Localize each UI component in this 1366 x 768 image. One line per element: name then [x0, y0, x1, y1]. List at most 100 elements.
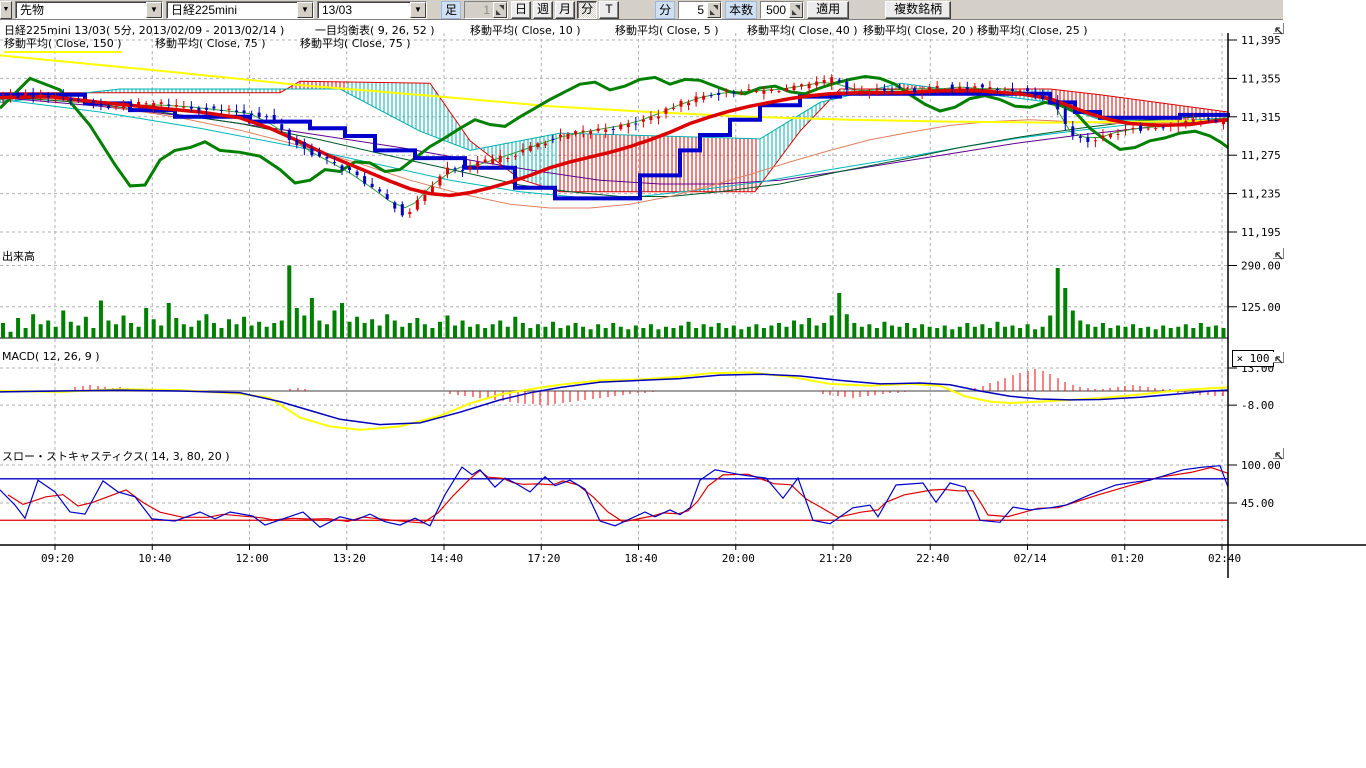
candle-body — [17, 94, 20, 98]
volume-bar — [596, 324, 600, 338]
volume-bar — [355, 317, 359, 338]
symbol-combobox[interactable]: 日経225mini ▼ — [166, 1, 314, 19]
candle-body — [521, 150, 524, 153]
minute-spinner[interactable]: 5 — [678, 1, 722, 19]
volume-bar — [709, 327, 713, 338]
candle-body — [996, 89, 999, 90]
candle-body — [386, 194, 389, 199]
volume-bar — [1086, 324, 1090, 338]
candle-body — [1019, 91, 1022, 92]
volume-bar — [1078, 321, 1082, 339]
axis-tick-label: 11,355 — [1241, 72, 1281, 85]
candle-body — [785, 88, 788, 91]
time-axis-label: 20:00 — [722, 552, 755, 565]
dropdown-arrow-icon[interactable]: ▼ — [410, 2, 426, 18]
spin-updown-icon[interactable] — [789, 2, 803, 18]
volume-bar — [1033, 329, 1037, 338]
pane-expand-icon[interactable] — [1273, 23, 1284, 34]
candle-body — [1199, 121, 1202, 123]
candle-body — [24, 93, 27, 98]
legend-item: 移動平均( Close, 75 ) — [300, 35, 411, 51]
spin-updown-icon[interactable] — [707, 2, 721, 18]
candle-body — [393, 202, 396, 208]
volume-bar — [182, 324, 186, 338]
candle-body — [423, 195, 426, 201]
legend-item: 移動平均( Close, 10 ) — [470, 22, 581, 38]
volume-bar — [1206, 327, 1210, 338]
candle-body — [130, 104, 133, 106]
candle-body — [582, 131, 585, 132]
candle-body — [627, 124, 630, 128]
period-button-T[interactable]: T — [599, 1, 619, 19]
volume-bar — [1018, 328, 1022, 338]
candle-body — [1101, 135, 1104, 138]
candle-body — [363, 176, 366, 184]
volume-bar — [611, 323, 615, 338]
candle-body — [921, 91, 924, 93]
volume-bar — [189, 327, 193, 338]
candle-body — [695, 96, 698, 102]
candle-body — [1177, 124, 1180, 126]
macd-pane-label: MACD( 12, 26, 9 ) — [2, 350, 100, 363]
candle-body — [499, 156, 502, 162]
multi-symbol-button[interactable]: 複数銘柄 — [885, 1, 951, 19]
volume-bar — [1011, 326, 1015, 339]
volume-bar — [528, 328, 532, 338]
candle-body — [197, 108, 200, 111]
instrument-type-value: 先物 — [16, 1, 146, 18]
pane-expand-icon[interactable] — [1273, 248, 1284, 259]
spin-updown-icon[interactable] — [493, 2, 507, 18]
candle-body — [1056, 100, 1059, 109]
volume-bar — [551, 322, 555, 338]
candle-body — [597, 129, 600, 131]
volume-bar — [1116, 326, 1120, 339]
candle-body — [205, 108, 208, 110]
period-button-週[interactable]: 週 — [533, 1, 553, 19]
volume-multiplier-badge: × 100 — [1232, 350, 1274, 367]
volume-bar — [867, 324, 871, 338]
volume-bar — [852, 323, 856, 338]
time-axis-label: 14:40 — [430, 552, 463, 565]
period-button-月[interactable]: 月 — [555, 1, 575, 19]
bar-count-spinner[interactable]: 500 — [760, 1, 804, 19]
legend-item: 移動平均( Close, 25 ) — [977, 22, 1088, 38]
candle-body — [228, 109, 231, 110]
candle-body — [137, 102, 140, 106]
period-button-分[interactable]: 分 — [577, 1, 597, 19]
candle-body — [310, 148, 313, 155]
volume-bar — [965, 323, 969, 338]
volume-bar — [634, 326, 638, 339]
volume-bar — [920, 324, 924, 338]
pane-expand-icon[interactable] — [1273, 448, 1284, 459]
combo-fragment-dropdown-icon[interactable]: ▼ — [0, 1, 12, 19]
candle-body — [710, 95, 713, 96]
volume-bar — [385, 314, 389, 338]
symbol-value: 日経225mini — [167, 1, 297, 18]
candle-body — [567, 134, 570, 139]
candle-body — [1154, 128, 1157, 129]
candle-body — [845, 82, 848, 90]
candle-body — [288, 130, 291, 140]
contract-month-combobox[interactable]: 13/03 ▼ — [317, 1, 427, 19]
volume-bar — [890, 326, 894, 339]
bar-interval-spinner[interactable]: 1 — [464, 1, 508, 19]
pane-expand-icon[interactable] — [1273, 352, 1284, 363]
candle-body — [747, 89, 750, 90]
volume-bar — [197, 321, 201, 339]
period-button-日[interactable]: 日 — [511, 1, 531, 19]
candle-body — [1116, 134, 1119, 135]
candle-body — [642, 120, 645, 122]
volume-bar — [830, 316, 834, 339]
candle-body — [1064, 109, 1067, 124]
apply-button[interactable]: 適用 — [807, 1, 849, 19]
instrument-type-combobox[interactable]: 先物 ▼ — [15, 1, 163, 19]
candle-body — [664, 108, 667, 113]
candle-body — [258, 113, 261, 117]
chart-canvas: 11,39511,35511,31511,27511,23511,195290.… — [0, 20, 1366, 768]
candle-body — [348, 167, 351, 170]
volume-bar — [1146, 327, 1150, 338]
dropdown-arrow-icon[interactable]: ▼ — [146, 2, 162, 18]
candle-body — [107, 106, 110, 108]
volume-bar — [295, 308, 299, 338]
dropdown-arrow-icon[interactable]: ▼ — [297, 2, 313, 18]
